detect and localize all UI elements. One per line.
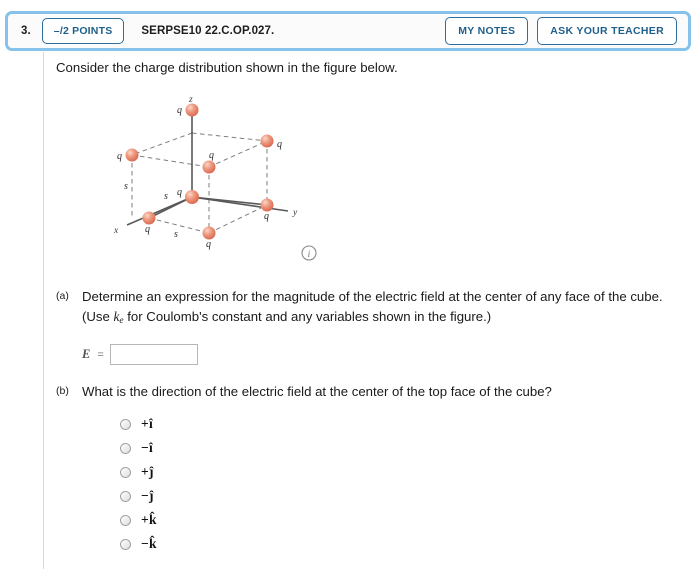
part-b: (b) What is the direction of the electri…: [56, 382, 690, 556]
part-b-label: (b): [56, 385, 69, 398]
radio-button[interactable]: [120, 418, 131, 430]
charge-value-labels: q q q q q q q q: [117, 105, 282, 250]
part-a-answer-row: E =: [82, 344, 690, 366]
answer-input-field[interactable]: [109, 344, 198, 366]
charge-label: q: [277, 139, 282, 150]
charge-sphere: [260, 198, 274, 212]
charge-sphere: [202, 160, 216, 174]
radio-button[interactable]: [120, 538, 131, 550]
charge-cube-figure: z y x q q q q q q q q s s s i: [104, 85, 344, 270]
charge-sphere: [142, 211, 156, 225]
axis-label-z: z: [188, 95, 193, 105]
option-label: −k̂: [141, 536, 157, 552]
axis-label-y: y: [292, 208, 298, 218]
option-label: −ĵ: [141, 488, 154, 504]
part-a-label: (a): [56, 290, 69, 303]
svg-text:i: i: [308, 250, 311, 260]
charge-spheres: [125, 103, 274, 240]
part-a-text-after: for Coulomb's constant and any variables…: [123, 308, 492, 324]
part-b-text: What is the direction of the electric fi…: [82, 384, 552, 400]
option-minus-k[interactable]: −k̂: [120, 532, 690, 556]
question-number: 3.: [21, 25, 31, 37]
radio-button[interactable]: [120, 490, 131, 502]
side-label: s: [164, 191, 168, 202]
radio-button[interactable]: [120, 514, 131, 526]
charge-sphere: [260, 134, 274, 148]
content-left-rule: [43, 52, 44, 569]
info-icon[interactable]: i: [301, 245, 317, 261]
cube-diagram-svg: z y x q q q q q q q q s s s i: [113, 95, 317, 261]
charge-sphere: [185, 190, 199, 205]
part-b-body: What is the direction of the electric fi…: [82, 382, 690, 556]
side-label: s: [124, 181, 128, 192]
charge-label: q: [177, 105, 182, 116]
charge-label: q: [145, 224, 150, 235]
option-plus-j[interactable]: +ĵ: [120, 460, 690, 484]
part-a-body: Determine an expression for the magnitud…: [82, 287, 690, 366]
charge-label: q: [206, 239, 211, 250]
ask-your-teacher-button[interactable]: ASK YOUR TEACHER: [537, 17, 677, 45]
charge-sphere: [185, 103, 199, 117]
option-plus-i[interactable]: +î: [120, 412, 690, 436]
option-label: −î: [141, 440, 154, 456]
points-badge[interactable]: –/2 POINTS: [41, 18, 125, 44]
question-intro-text: Consider the charge distribution shown i…: [56, 60, 398, 75]
charge-label: q: [117, 151, 122, 162]
option-minus-j[interactable]: −ĵ: [120, 484, 690, 508]
part-a-text: Determine an expression for the magnitud…: [82, 287, 690, 328]
radio-button[interactable]: [120, 442, 131, 454]
question-code: SERPSE10 22.C.OP.027.: [141, 25, 275, 37]
direction-options-group: +î −î +ĵ −ĵ +k̂ −k̂: [82, 412, 690, 556]
question-header: 3. –/2 POINTS SERPSE10 22.C.OP.027. MY N…: [5, 11, 691, 51]
part-a: (a) Determine an expression for the magn…: [56, 287, 690, 366]
option-label: +k̂: [141, 512, 157, 528]
charge-sphere: [202, 226, 216, 240]
question-content: Consider the charge distribution shown i…: [56, 58, 690, 556]
charge-label: q: [264, 211, 269, 222]
side-label: s: [174, 229, 178, 240]
option-minus-i[interactable]: −î: [120, 436, 690, 460]
answer-variable-label: E: [82, 347, 91, 362]
charge-label: q: [177, 187, 182, 198]
option-label: +î: [141, 416, 154, 432]
answer-equals-sign: =: [97, 348, 104, 361]
my-notes-button[interactable]: MY NOTES: [445, 17, 529, 45]
charge-label: q: [209, 150, 214, 161]
charge-sphere: [125, 148, 139, 162]
radio-button[interactable]: [120, 466, 131, 478]
axis-label-x: x: [113, 226, 119, 236]
option-label: +ĵ: [141, 464, 154, 480]
option-plus-k[interactable]: +k̂: [120, 508, 690, 532]
